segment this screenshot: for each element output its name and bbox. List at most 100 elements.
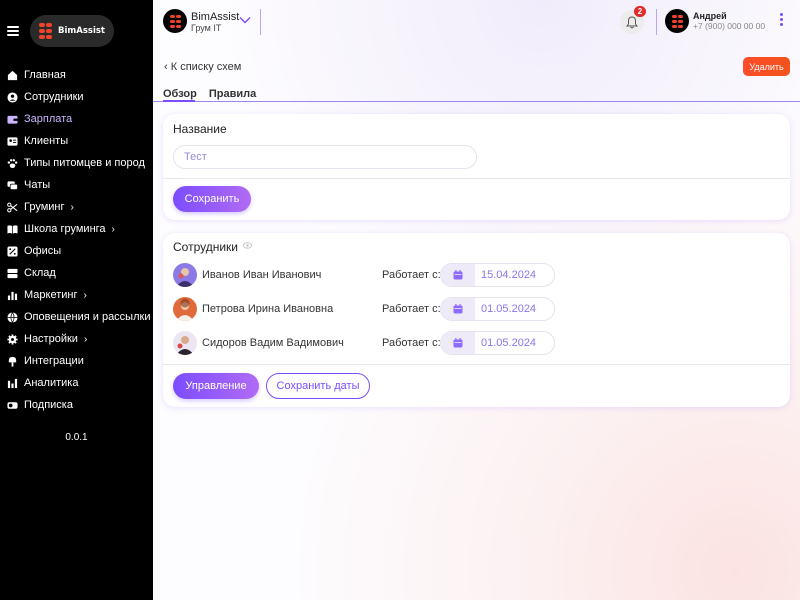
office-icon (7, 245, 18, 257)
sidebar-item-settings[interactable]: Настройки › (0, 328, 153, 350)
sidebar-item-label: Аналитика (24, 377, 79, 389)
name-input[interactable]: Тест (173, 145, 477, 169)
sidebar-item-label: Типы питомцев и пород (24, 157, 145, 169)
back-to-schemes-link[interactable]: ‹ К списку схем (164, 61, 241, 73)
chevron-right-icon: › (70, 201, 74, 213)
bell-icon (626, 15, 638, 28)
brand-logo[interactable]: BimAssist (30, 15, 114, 47)
delete-button[interactable]: Удалить (743, 57, 790, 76)
employee-name: Иванов Иван Иванович (202, 269, 322, 281)
warehouse-icon (7, 268, 18, 279)
start-date-picker[interactable]: 15.04.2024 (440, 263, 555, 287)
sidebar-item-label: Маркетинг (24, 289, 78, 301)
sidebar-item-grooming[interactable]: Груминг › (0, 196, 153, 218)
more-menu-icon[interactable] (780, 13, 784, 29)
sidebar-item-analytics[interactable]: Аналитика (0, 372, 153, 394)
employee-name: Петрова Ирина Ивановна (202, 303, 334, 315)
sidebar-item-label: Чаты (24, 179, 51, 191)
divider (656, 9, 657, 35)
sidebar-item-home[interactable]: Главная (0, 64, 153, 86)
sidebar-item-marketing[interactable]: Маркетинг › (0, 284, 153, 306)
paw-icon (7, 158, 18, 169)
sidebar-item-label: Офисы (24, 245, 62, 257)
user-phone: +7 (900) 000 00 00 (693, 21, 766, 31)
start-date-value: 15.04.2024 (481, 269, 537, 281)
logo-icon (671, 14, 683, 28)
plug-icon (7, 356, 18, 367)
start-date-picker[interactable]: 01.05.2024 (440, 297, 555, 321)
sidebar-item-salary[interactable]: Зарплата (0, 108, 153, 130)
chevron-right-icon: › (83, 289, 87, 301)
avatar (173, 331, 197, 355)
sidebar-item-label: Оповещения и рассылки (24, 311, 151, 323)
sidebar-item-pet-types[interactable]: Типы питомцев и пород (0, 152, 153, 174)
avatar[interactable] (665, 9, 689, 33)
sidebar-item-label: Зарплата (24, 113, 73, 125)
sidebar-item-label: Интеграции (24, 355, 84, 367)
save-button[interactable]: Сохранить (173, 186, 251, 212)
sidebar-item-employees[interactable]: Сотрудники (0, 86, 153, 108)
list-item: Иванов Иван Иванович Работает с: 15.04.2… (173, 263, 773, 287)
sidebar-item-label: Школа груминга (24, 223, 106, 235)
chat-icon (7, 180, 18, 191)
calendar-icon (453, 270, 463, 280)
works-since-label: Работает с: (382, 303, 441, 315)
sidebar-item-label: Подписка (24, 399, 73, 411)
tabs-divider (153, 101, 800, 102)
divider (163, 364, 790, 365)
sidebar-nav: Главная Сотрудники Зарплата Клиенты Типы… (0, 64, 153, 416)
eye-icon[interactable] (243, 242, 252, 249)
bar-chart-icon (7, 290, 18, 301)
works-since-label: Работает с: (382, 269, 441, 281)
sidebar-item-offices[interactable]: Офисы (0, 240, 153, 262)
sidebar-item-clients[interactable]: Клиенты (0, 130, 153, 152)
book-icon (7, 224, 18, 235)
sidebar-item-notifications[interactable]: Оповещения и рассылки (0, 306, 153, 328)
user-circle-icon (7, 91, 18, 103)
logo-icon (39, 23, 53, 39)
name-card: Название Тест Сохранить (163, 114, 790, 220)
start-date-value: 01.05.2024 (481, 337, 537, 349)
analytics-icon (7, 378, 18, 389)
chevron-left-icon: ‹ (164, 61, 171, 73)
works-since-label: Работает с: (382, 337, 441, 349)
chevron-down-icon[interactable] (239, 15, 251, 25)
main-content: BimAssist Грум IT 2 Андрей +7 (900) 000 … (153, 0, 800, 600)
list-item: Сидоров Вадим Вадимович Работает с: 01.0… (173, 331, 773, 355)
org-logo-icon[interactable] (163, 9, 187, 33)
list-item: Петрова Ирина Ивановна Работает с: 01.05… (173, 297, 773, 321)
divider (260, 9, 261, 35)
home-icon (7, 70, 18, 81)
sidebar-item-warehouse[interactable]: Склад (0, 262, 153, 284)
employees-card: Сотрудники Иванов Иван Иванович Работает… (163, 233, 790, 407)
app-version: 0.0.1 (65, 432, 88, 443)
sidebar-header: BimAssist (0, 0, 153, 60)
back-link-label: К списку схем (170, 61, 242, 73)
org-name[interactable]: BimAssist (191, 11, 239, 23)
sidebar-item-subscription[interactable]: Подписка (0, 394, 153, 416)
gear-icon (7, 333, 18, 345)
divider (163, 178, 790, 179)
sidebar-item-label: Настройки (24, 333, 78, 345)
tab-active-indicator (163, 100, 195, 102)
sidebar-item-integrations[interactable]: Интеграции (0, 350, 153, 372)
start-date-picker[interactable]: 01.05.2024 (440, 331, 555, 355)
sidebar-item-chats[interactable]: Чаты (0, 174, 153, 196)
manage-button[interactable]: Управление (173, 373, 259, 399)
chevron-right-icon: › (111, 223, 115, 235)
calendar-icon (453, 338, 463, 348)
menu-icon[interactable] (7, 26, 19, 36)
sidebar: BimAssist Главная Сотрудники Зарплата Кл… (0, 0, 153, 600)
avatar (173, 263, 197, 287)
sidebar-item-label: Груминг (24, 201, 65, 213)
notification-badge: 2 (634, 6, 646, 17)
globe-icon (7, 311, 18, 323)
topbar: BimAssist Грум IT 2 Андрей +7 (900) 000 … (153, 0, 800, 44)
wallet-icon (7, 114, 18, 125)
chevron-right-icon: › (83, 333, 88, 345)
user-name[interactable]: Андрей (693, 11, 727, 21)
employees-card-title: Сотрудники (173, 240, 238, 254)
start-date-value: 01.05.2024 (481, 303, 537, 315)
save-dates-button[interactable]: Сохранить даты (266, 373, 370, 399)
sidebar-item-grooming-school[interactable]: Школа груминга › (0, 218, 153, 240)
